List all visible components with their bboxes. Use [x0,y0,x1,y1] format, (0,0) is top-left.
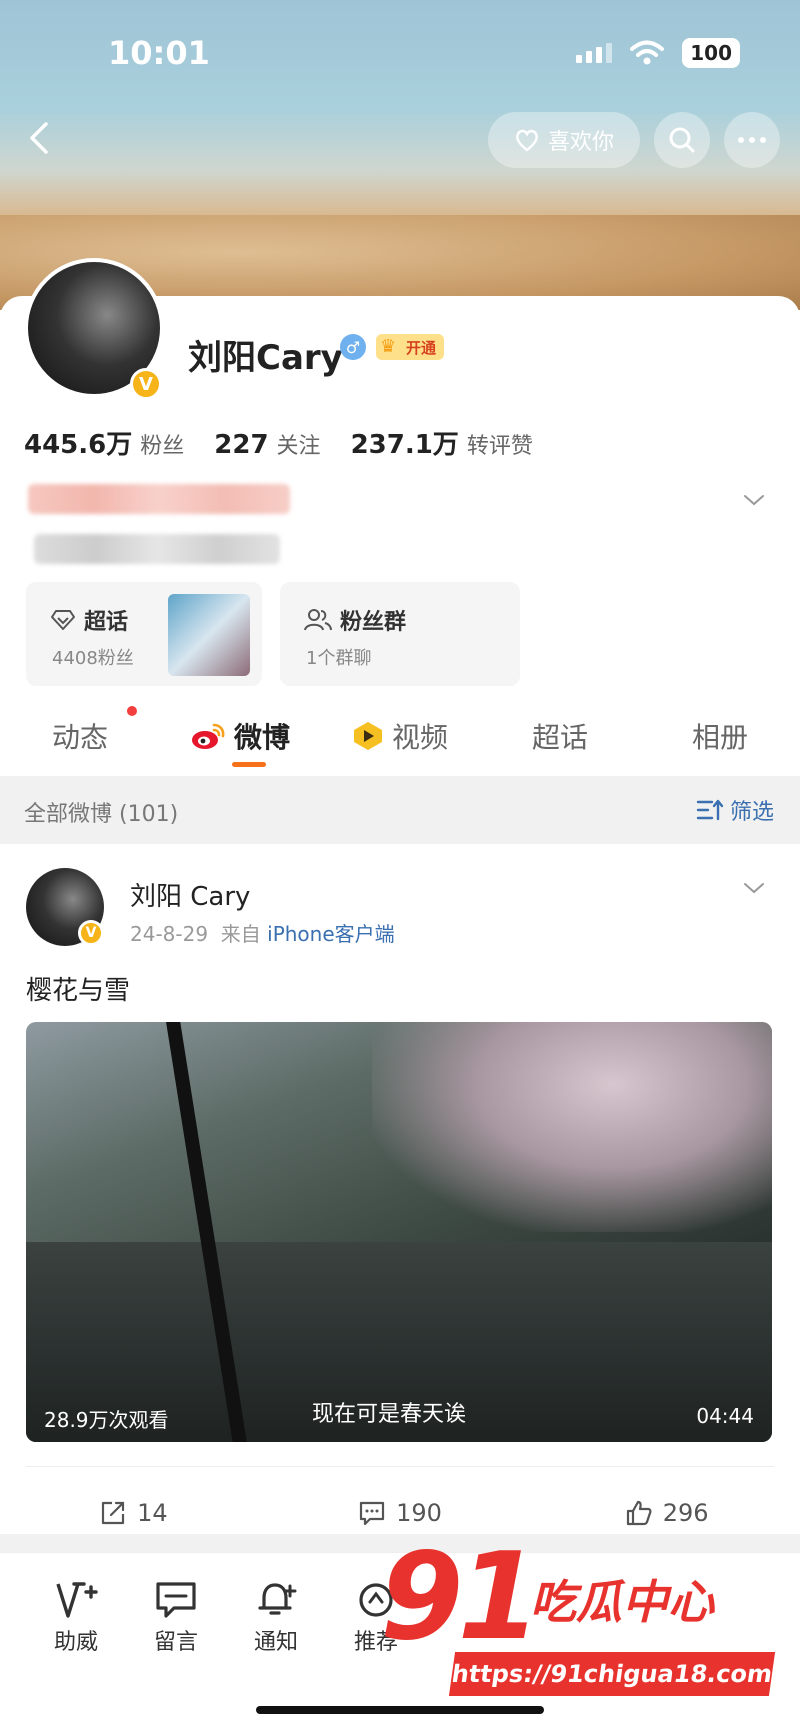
search-icon [669,127,695,153]
vip-badge[interactable]: ♛ 开通 [376,334,445,360]
cheer-button[interactable]: 助威 [36,1580,116,1656]
fangroup-sub: 1个群聊 [306,648,372,669]
like-you-button[interactable]: 喜欢你 [488,112,640,168]
comment-count: 190 [396,1499,442,1527]
cellular-icon [576,43,613,63]
filter-label: 筛选 [729,800,774,825]
post-author[interactable]: 刘阳 Cary [130,876,250,913]
home-indicator [256,1706,544,1714]
bell-add-icon [258,1583,297,1615]
watermark-logo-text: 吃瓜中心 [530,1575,714,1629]
video-icon [353,722,382,750]
vip-label: 开通 [406,338,437,357]
video-caption: 现在可是春天诶 [312,1402,467,1427]
verified-badge: V [130,368,162,400]
fangroup-title: 粉丝群 [340,610,407,635]
post-verified-badge: V [78,920,104,946]
tab-supertopic[interactable]: 超话 [480,700,640,772]
profile-stats: 445.6万 粉丝 227 关注 237.1万 转评赞 [24,424,533,461]
status-time: 10:01 [108,34,210,72]
crown-icon: ♛ [380,336,397,357]
filter-button[interactable]: 筛选 [696,794,774,826]
post-menu-chevron-icon[interactable] [742,876,766,900]
repost-count: 14 [137,1499,168,1527]
back-icon[interactable] [22,120,58,156]
comment-icon [359,1501,385,1526]
stat-followers[interactable]: 445.6万 粉丝 [24,424,184,461]
stat-following[interactable]: 227 关注 [214,428,320,460]
post-meta: 24-8-29 来自 iPhone客户端 [130,918,395,947]
repost-icon [101,1501,125,1525]
battery-indicator: 100 [682,38,740,68]
post-text: 樱花与雪 [26,976,131,1006]
watermark-url: https://91chigua18.com [448,1652,776,1696]
search-button[interactable] [654,112,710,168]
fangroup-tile[interactable]: 粉丝群 1个群聊 [280,582,520,686]
heart-hand-icon [516,129,538,152]
supertopic-title: 超话 [84,610,129,635]
weibo-icon [191,723,225,749]
message-button[interactable]: 留言 [136,1580,216,1656]
active-tab-indicator [232,762,266,767]
video-player[interactable] [26,1022,772,1442]
all-posts-count: 全部微博 (101) [24,802,179,827]
chevron-down-icon[interactable] [742,488,766,512]
like-count: 296 [662,1499,709,1527]
profile-tabs: 动态 微博 视频 超话 相册 [0,700,800,772]
filter-icon [696,799,724,821]
post-date: 24-8-29 [130,922,209,946]
profile-name: 刘阳Cary [188,338,343,378]
thumbs-up-icon [626,1500,652,1526]
male-icon: ♂ [340,334,366,360]
post-source[interactable]: iPhone客户端 [267,922,395,946]
tab-album[interactable]: 相册 [640,700,800,772]
blurred-info-line [34,534,280,564]
stat-engagement: 237.1万 转评赞 [350,430,533,460]
like-you-label: 喜欢你 [547,130,614,155]
blurred-bio-line [28,484,290,514]
video-views: 28.9万次观看 [44,1408,169,1432]
more-icon [738,137,766,143]
tab-video[interactable]: 视频 [320,700,480,772]
more-button[interactable] [724,112,780,168]
wifi-icon [630,40,665,65]
supertopic-thumbnail [168,594,250,676]
supertopic-sub: 4408粉丝 [52,648,134,669]
cheer-icon [56,1582,98,1618]
diamond-icon [51,610,75,630]
group-icon [304,609,332,631]
post-from: 来自 [220,922,261,946]
notification-dot [127,706,137,716]
message-icon [156,1582,196,1618]
notify-button[interactable]: 通知 [236,1580,316,1656]
status-icons: 100 [576,38,740,68]
watermark-logo-number: 91 [380,1528,541,1667]
video-duration: 04:44 [696,1404,754,1428]
post-divider [26,1466,774,1467]
